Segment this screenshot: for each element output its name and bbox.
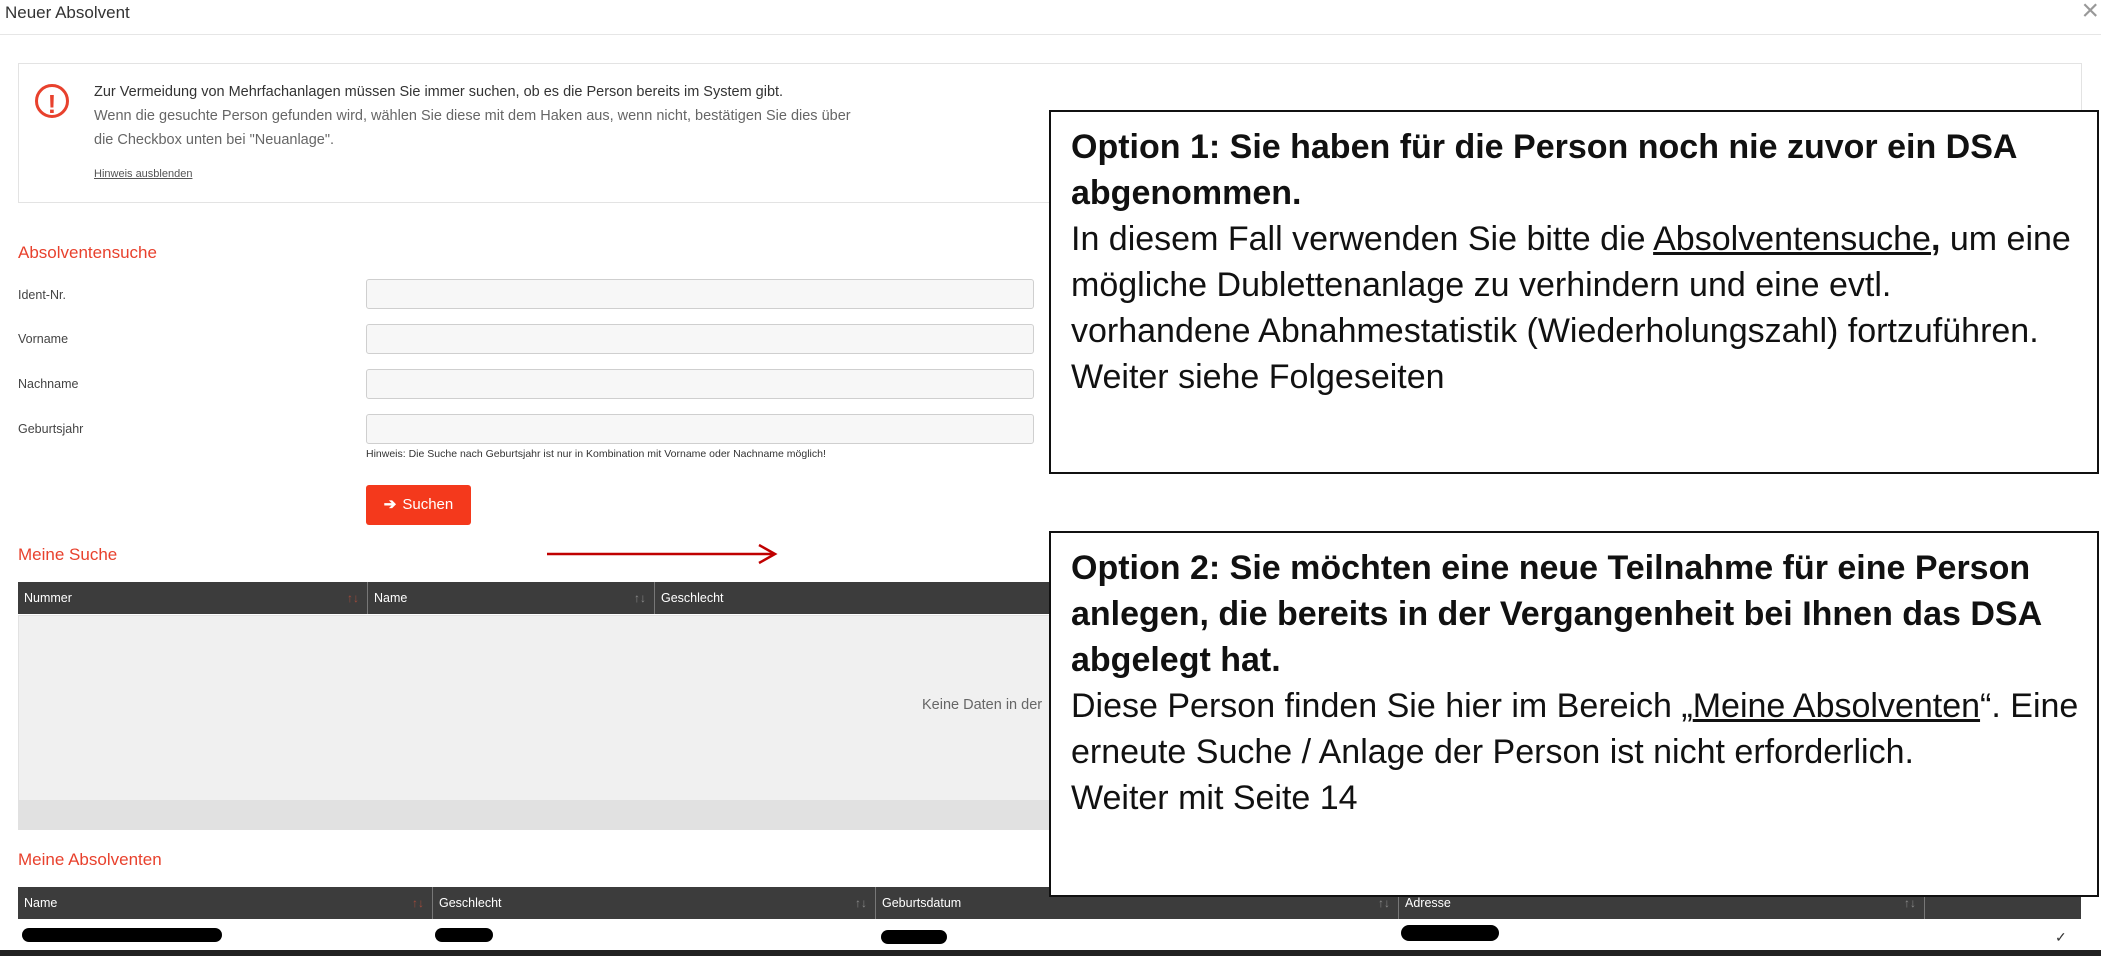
col-header-name[interactable]: Name ↑↓ (368, 582, 655, 614)
vorname-label: Vorname (18, 332, 69, 346)
callout-option2-heading: Option 2: Sie möchten eine neue Teilnahm… (1071, 549, 2041, 679)
my-search-title: Meine Suche (18, 545, 118, 564)
callout-option2-footer: Weiter mit Seite 14 (1071, 779, 1358, 817)
search-button-label: Suchen (402, 496, 454, 513)
col-header-nummer[interactable]: Nummer ↑↓ (18, 582, 368, 614)
callout-option1-footer: Weiter siehe Folgeseiten (1071, 358, 1445, 396)
check-icon[interactable]: ✓ (2055, 929, 2067, 946)
no-data-text: Keine Daten in der (922, 697, 1043, 713)
geburtsjahr-label: Geburtsjahr (18, 422, 84, 436)
window-titlebar (0, 0, 2101, 35)
col-header-geschlecht[interactable]: Geschlecht ↑↓ (433, 887, 876, 919)
annotation-arrow-icon (547, 543, 778, 565)
ident-input[interactable] (366, 279, 1034, 309)
sort-icon: ↑↓ (412, 896, 424, 910)
hint-text-line1: Zur Vermeidung von Mehrfachanlagen müsse… (94, 84, 784, 100)
bottom-border (0, 950, 2101, 956)
callout-option2: Option 2: Sie möchten eine neue Teilnahm… (1049, 531, 2099, 897)
ident-label: Ident-Nr. (18, 288, 66, 302)
nachname-input[interactable] (366, 369, 1034, 399)
vorname-input[interactable] (366, 324, 1034, 354)
search-hint: Hinweis: Die Suche nach Geburtsjahr ist … (366, 448, 826, 460)
sort-icon: ↑↓ (855, 896, 867, 910)
col-header-name[interactable]: Name ↑↓ (18, 887, 433, 919)
meine-absolventen-link: Meine Absolventen (1692, 687, 1981, 725)
hint-text-line3: die Checkbox unten bei "Neuanlage". (94, 132, 335, 148)
alert-icon: ! (35, 84, 69, 119)
nachname-label: Nachname (18, 377, 79, 391)
absolventensuche-link: Absolventensuche (1653, 220, 1931, 258)
hint-text-line2: Wenn die gesuchte Person gefunden wird, … (94, 108, 851, 124)
sort-icon: ↑↓ (634, 591, 646, 605)
callout-option1: Option 1: Sie haben für die Person noch … (1049, 110, 2099, 474)
redacted-address (1401, 925, 1499, 941)
geburtsjahr-input[interactable] (366, 414, 1034, 444)
redacted-gender (435, 928, 493, 942)
my-graduates-title: Meine Absolventen (18, 850, 162, 869)
redacted-birthdate (881, 930, 947, 944)
arrow-right-icon: ➔ (383, 496, 397, 513)
callout-option1-heading: Option 1: Sie haben für die Person noch … (1071, 128, 2017, 212)
close-icon[interactable]: × (2081, 0, 2099, 26)
hide-hint-link[interactable]: Hinweis ausblenden (94, 168, 192, 180)
table-row[interactable]: ✓ (18, 919, 2081, 950)
window-title: Neuer Absolvent (5, 3, 130, 22)
redacted-name (22, 928, 222, 942)
search-button[interactable]: ➔ Suchen (366, 485, 471, 525)
search-section-title: Absolventensuche (18, 243, 157, 262)
sort-icon: ↑↓ (347, 591, 359, 605)
